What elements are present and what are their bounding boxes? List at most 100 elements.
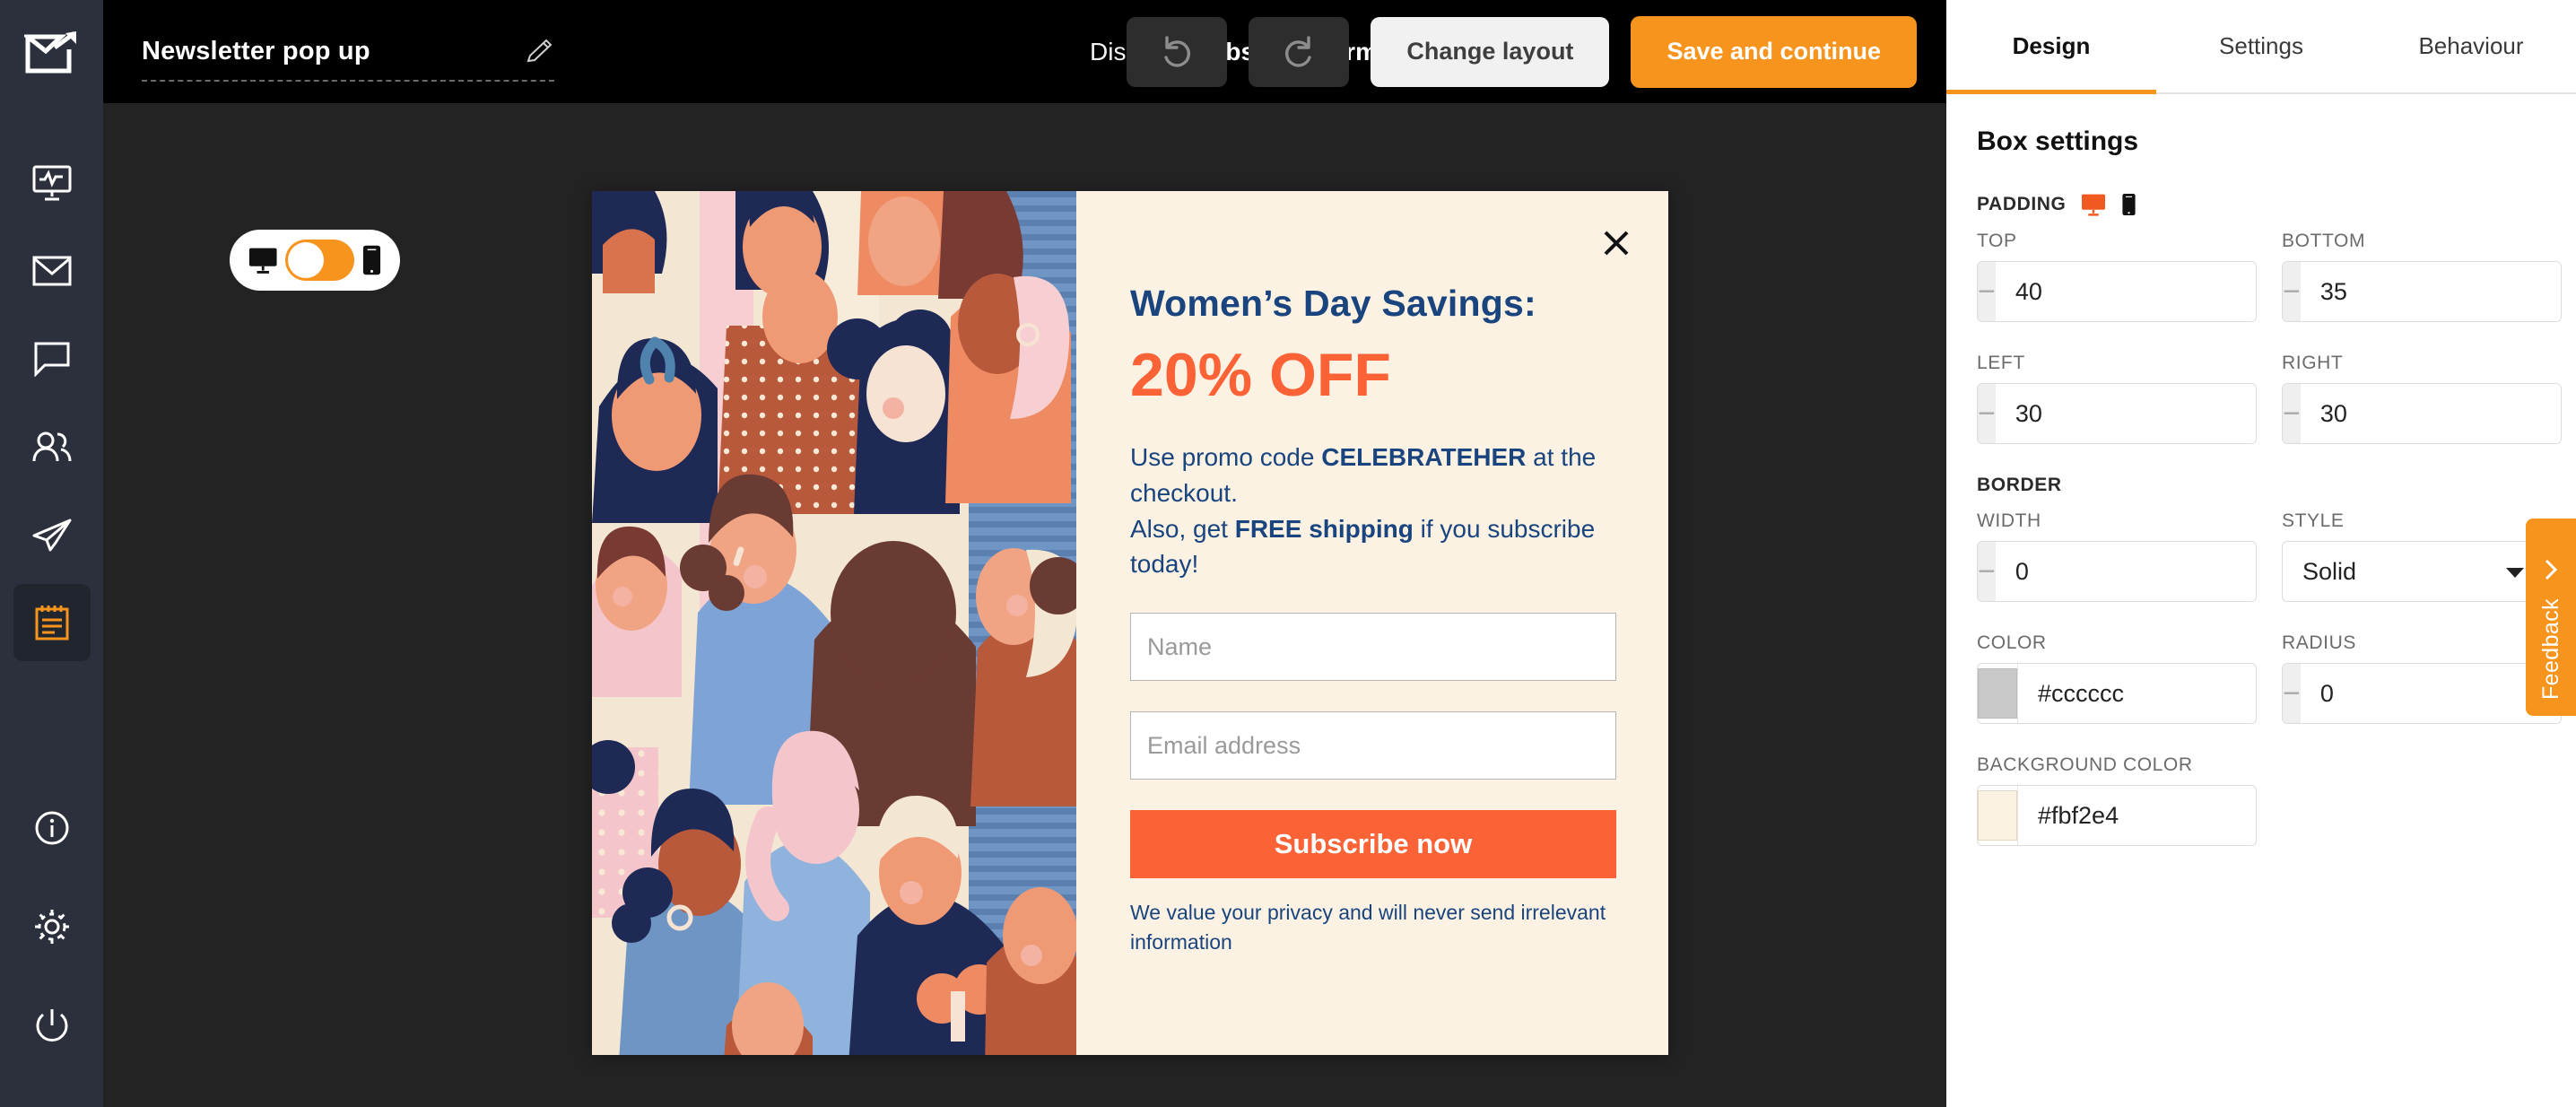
redo-button[interactable] <box>1249 16 1350 87</box>
sidebar-bottom-nav <box>13 779 91 1107</box>
border-color-swatch-wrap[interactable] <box>1978 664 2018 723</box>
popup-discount: 20% OFF <box>1130 341 1391 409</box>
border-style-select[interactable]: Solid <box>2282 541 2546 602</box>
tab-settings[interactable]: Settings <box>2156 0 2366 92</box>
close-icon[interactable] <box>1598 225 1634 261</box>
mail-open-arrow-icon <box>23 31 76 73</box>
padding-right-label: RIGHT <box>2282 353 2344 373</box>
padding-top-input[interactable] <box>1995 262 2256 321</box>
toolbar-actions: Change layout Save and continue <box>1127 0 1917 103</box>
app-logo[interactable] <box>0 0 103 103</box>
change-layout-button[interactable]: Change layout <box>1371 16 1610 87</box>
sidebar-item-contacts[interactable] <box>13 408 91 485</box>
border-width-input[interactable] <box>1995 542 2256 601</box>
padding-top-decrement[interactable]: − <box>1978 262 1996 321</box>
tab-behaviour[interactable]: Behaviour <box>2366 0 2576 92</box>
tab-design[interactable]: Design <box>1946 0 2156 94</box>
background-color-picker[interactable] <box>1977 785 2257 846</box>
sidebar-item-settings[interactable] <box>13 888 91 965</box>
pencil-icon[interactable] <box>524 37 554 67</box>
document-title-field[interactable]: Newsletter pop up <box>142 37 554 82</box>
border-width-stepper[interactable]: − + <box>1977 541 2257 602</box>
padding-right-decrement[interactable]: − <box>2283 384 2301 443</box>
minus-icon: − <box>1978 554 1996 588</box>
padding-bottom-label: BOTTOM <box>2282 231 2366 251</box>
subscribe-now-button[interactable]: Subscribe now <box>1130 810 1616 878</box>
switch-knob <box>288 242 325 278</box>
padding-right-stepper[interactable]: − + <box>2282 383 2562 444</box>
name-input[interactable] <box>1147 632 1599 661</box>
shipping-line-prefix: Also, get <box>1130 514 1235 543</box>
border-radius-decrement[interactable]: − <box>2283 664 2301 723</box>
envelope-icon <box>32 256 71 286</box>
email-input[interactable] <box>1147 731 1599 760</box>
border-color-picker[interactable] <box>1977 663 2257 724</box>
padding-right-input[interactable] <box>2300 384 2561 443</box>
background-color-label: BACKGROUND COLOR <box>1977 754 2193 775</box>
padding-left-stepper[interactable]: − + <box>1977 383 2257 444</box>
padding-label: PADDING <box>1977 194 2067 214</box>
section-title: Box settings <box>1977 126 2139 156</box>
padding-left-decrement[interactable]: − <box>1978 384 1996 443</box>
form-clipboard-icon <box>35 606 68 641</box>
sidebar-nav <box>13 139 91 667</box>
border-color-label: COLOR <box>1977 632 2047 653</box>
border-width-label: WIDTH <box>1977 510 2041 531</box>
sidebar-item-chat[interactable] <box>13 320 91 397</box>
page-title: Newsletter pop up <box>142 37 370 65</box>
border-style-cell: STYLE Solid <box>2282 510 2546 602</box>
promo-code: CELEBRATEHER <box>1321 443 1527 471</box>
popup-content: Women’s Day Savings: 20% OFF Use promo c… <box>1076 191 1668 1055</box>
undo-icon <box>1164 35 1191 67</box>
womens-day-crowd-illustration <box>592 191 1076 1055</box>
background-color-swatch <box>1978 790 2017 841</box>
border-radius-stepper[interactable]: − + <box>2282 663 2562 724</box>
feedback-tab[interactable]: Feedback <box>2526 519 2576 716</box>
border-label: BORDER <box>1977 475 2062 495</box>
name-field[interactable] <box>1130 613 1616 681</box>
padding-row-left-right: LEFT − + RIGHT − + <box>1977 353 2562 444</box>
background-color-input[interactable] <box>2018 801 2256 830</box>
border-radius-input[interactable] <box>2300 664 2561 723</box>
privacy-note: We value your privacy and will never sen… <box>1130 901 1606 954</box>
padding-bottom-cell: BOTTOM − + <box>2282 231 2562 322</box>
popup-heading: Women’s Day Savings: <box>1130 283 1536 324</box>
chevron-down-icon <box>2505 558 2525 586</box>
padding-bottom-decrement[interactable]: − <box>2283 262 2301 321</box>
sidebar-item-info[interactable] <box>13 789 91 867</box>
mobile-phone-icon[interactable] <box>361 244 382 276</box>
border-color-input[interactable] <box>2018 679 2256 708</box>
padding-top-stepper[interactable]: − + <box>1977 261 2257 322</box>
sidebar-item-email[interactable] <box>13 232 91 309</box>
border-radius-label: RADIUS <box>2282 632 2356 653</box>
padding-bottom-stepper[interactable]: − + <box>2282 261 2562 322</box>
sidebar-item-campaigns[interactable] <box>13 496 91 573</box>
device-switch[interactable] <box>285 240 355 281</box>
sidebar-item-logout[interactable] <box>13 987 91 1064</box>
editor-canvas: Women’s Day Savings: 20% OFF Use promo c… <box>103 103 1946 1107</box>
sidebar-item-dashboard[interactable] <box>13 144 91 222</box>
save-and-continue-button[interactable]: Save and continue <box>1631 15 1917 88</box>
border-width-decrement[interactable]: − <box>1978 542 1996 601</box>
border-group-label: BORDER <box>1977 475 2546 496</box>
promo-line-prefix: Use promo code <box>1130 443 1322 471</box>
background-color-swatch-wrap[interactable] <box>1978 786 2018 845</box>
border-row-color-radius: COLOR RADIUS − + <box>1977 632 2562 724</box>
chat-bubble-icon <box>34 342 69 377</box>
mobile-phone-icon[interactable] <box>2121 193 2137 216</box>
border-radius-cell: RADIUS − + <box>2282 632 2562 724</box>
device-preview-toggle[interactable] <box>230 230 400 291</box>
desktop-monitor-icon[interactable] <box>248 246 278 275</box>
padding-right-cell: RIGHT − + <box>2282 353 2562 444</box>
padding-row-top-bottom: TOP − + BOTTOM − + <box>1977 231 2562 322</box>
padding-left-input[interactable] <box>1995 384 2256 443</box>
minus-icon: − <box>2283 676 2301 710</box>
sidebar-item-forms[interactable] <box>13 584 91 661</box>
undo-button[interactable] <box>1127 16 1228 87</box>
desktop-monitor-icon[interactable] <box>2080 193 2107 216</box>
background-color-row: BACKGROUND COLOR <box>1977 754 2546 846</box>
email-field[interactable] <box>1130 711 1616 780</box>
padding-bottom-input[interactable] <box>2300 262 2561 321</box>
main-column: Newsletter pop up Display: Subscribe for… <box>103 0 1946 1107</box>
right-settings-panel: Design Settings Behaviour Box settings P… <box>1946 0 2576 1107</box>
